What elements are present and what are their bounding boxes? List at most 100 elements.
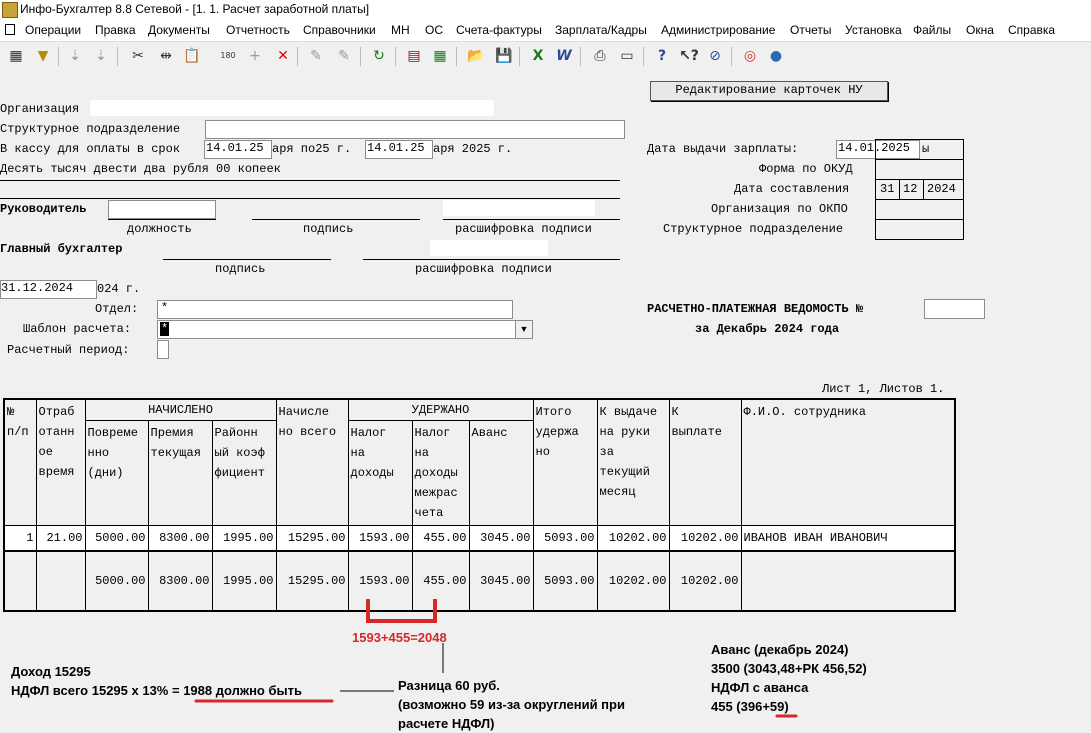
- menu-setup[interactable]: Установка: [845, 23, 902, 37]
- header-withheld-total: Итого удержа но: [532, 398, 598, 526]
- date-tail: 024 г.: [97, 282, 141, 296]
- compile-month: 12: [903, 182, 918, 196]
- box-divider: [899, 179, 900, 199]
- menu-help[interactable]: Справка: [1008, 23, 1055, 37]
- count-icon[interactable]: 180: [218, 46, 238, 66]
- position-caption: должность: [127, 222, 192, 236]
- cell-advance[interactable]: 3045.00: [468, 525, 534, 552]
- menu-documents[interactable]: Документы: [148, 23, 210, 37]
- chief-decode-field[interactable]: [430, 240, 548, 256]
- statement-title: РАСЧЕТНО-ПЛАТЕЖНАЯ ВЕДОМОСТЬ №: [647, 302, 864, 316]
- sort-desc-icon[interactable]: ⇣: [91, 46, 111, 66]
- globe-icon[interactable]: ●: [766, 46, 786, 66]
- menu-windows[interactable]: Окна: [966, 23, 994, 37]
- word-icon[interactable]: W: [554, 46, 574, 66]
- table-row[interactable]: 1 21.00 5000.00 8300.00 1995.00 15295.00…: [3, 525, 956, 552]
- cash-mid-text: аря по25 г.: [272, 142, 352, 156]
- toolbar-separator: [117, 47, 118, 66]
- header-worked: Отраб отанн ое время: [35, 398, 86, 526]
- save-icon[interactable]: 💾: [494, 46, 514, 66]
- cell-time[interactable]: 5000.00: [84, 525, 149, 552]
- preview-icon[interactable]: ▭: [617, 46, 637, 66]
- calculator-icon[interactable]: ▦: [430, 46, 450, 66]
- menu-files[interactable]: Файлы: [913, 23, 951, 37]
- org-label: Организация: [0, 102, 80, 116]
- dept-label: Отдел:: [95, 302, 139, 316]
- toolbar: ▦ ▼ ⇣ ⇣ ✂ ⇹ 📋 180 + ✕ ✎ ✎ ↻ ▤ ▦ 📂 💾 X W …: [0, 41, 1091, 73]
- box-line: [875, 219, 964, 220]
- struct-field[interactable]: [205, 120, 625, 139]
- org-field[interactable]: [90, 100, 494, 116]
- cash-date1-field[interactable]: 14.01.25: [204, 140, 272, 159]
- menu-reports[interactable]: Отчеты: [790, 23, 831, 37]
- head-label: Руководитель: [0, 202, 87, 216]
- menu-operations[interactable]: Операции: [25, 23, 81, 37]
- plus-icon[interactable]: +: [245, 46, 265, 66]
- cash-date2-field[interactable]: 14.01.25: [365, 140, 433, 159]
- help-icon[interactable]: ?: [652, 46, 672, 66]
- menu-payroll[interactable]: Зарплата/Кадры: [555, 23, 647, 37]
- cell-tax-inter[interactable]: 455.00: [411, 525, 470, 552]
- diff-note-3: расчете НДФЛ): [398, 716, 495, 731]
- advance-note-4: 455 (396+59): [711, 699, 789, 714]
- lifebuoy-icon[interactable]: ◎: [740, 46, 760, 66]
- menu-directories[interactable]: Справочники: [303, 23, 376, 37]
- period-field[interactable]: [157, 340, 169, 359]
- menu-invoices[interactable]: Счета-фактуры: [456, 23, 542, 37]
- cell-name[interactable]: ИВАНОВ ИВАН ИВАНОВИЧ: [740, 525, 956, 552]
- cut-icon[interactable]: ✂: [128, 46, 148, 66]
- statement-number-field[interactable]: [924, 299, 985, 319]
- menu-os[interactable]: ОС: [425, 23, 443, 37]
- header-bonus: Премия текущая: [147, 420, 213, 526]
- menu-reporting[interactable]: Отчетность: [226, 23, 290, 37]
- context-help-icon[interactable]: ↖?: [679, 46, 699, 66]
- statement-date-field[interactable]: 31.12.2024: [0, 280, 97, 299]
- grid-icon[interactable]: ▦: [6, 46, 26, 66]
- menu-mn[interactable]: МН: [391, 23, 410, 37]
- compass-icon[interactable]: ⊘: [705, 46, 725, 66]
- cash-tail-text: аря 2025 г.: [433, 142, 513, 156]
- bracket-mark: [366, 599, 437, 623]
- print-icon[interactable]: ⎙: [590, 46, 610, 66]
- cell-withheld-total[interactable]: 5093.00: [532, 525, 598, 552]
- cell-total[interactable]: 15295.00: [275, 525, 349, 552]
- head-position-field[interactable]: [108, 200, 216, 219]
- paste-icon[interactable]: 📋: [182, 46, 202, 66]
- open-folder-icon[interactable]: 📂: [466, 46, 486, 66]
- delete-icon[interactable]: ✕: [273, 46, 293, 66]
- compile-year: 2024: [927, 182, 956, 196]
- cell-topay[interactable]: 10202.00: [668, 525, 742, 552]
- menu-admin[interactable]: Администрирование: [661, 23, 775, 37]
- cell-payout[interactable]: 10202.00: [596, 525, 670, 552]
- move-icon[interactable]: ⇹: [156, 46, 176, 66]
- filter-icon[interactable]: ▼: [33, 46, 53, 66]
- okpo-label: Организация по ОКПО: [711, 202, 848, 216]
- head-decode-field[interactable]: [443, 200, 595, 216]
- header-time: Повреме нно (дни): [84, 420, 149, 526]
- compile-day: 31: [880, 182, 895, 196]
- document-icon[interactable]: ▤: [404, 46, 424, 66]
- cell-tax[interactable]: 1593.00: [347, 525, 413, 552]
- dept-field[interactable]: *: [157, 300, 513, 319]
- excel-icon[interactable]: X: [528, 46, 548, 66]
- sort-asc-icon[interactable]: ⇣: [65, 46, 85, 66]
- tool2-icon[interactable]: ✎: [334, 46, 354, 66]
- menu-edit[interactable]: Правка: [95, 23, 136, 37]
- statement-period: за Декабрь 2024 года: [695, 322, 840, 336]
- refresh-icon[interactable]: ↻: [369, 46, 389, 66]
- chevron-down-icon[interactable]: ▼: [515, 321, 532, 338]
- diff-note-2: (возможно 59 из-за округлений при: [398, 697, 625, 712]
- toolbar-separator: [643, 47, 644, 66]
- cell-regional[interactable]: 1995.00: [211, 525, 277, 552]
- cell-bonus[interactable]: 8300.00: [147, 525, 213, 552]
- template-select[interactable]: * ▼: [157, 320, 533, 339]
- document-icon[interactable]: [5, 24, 15, 35]
- cell-no[interactable]: 1: [3, 525, 37, 552]
- diff-note-1: Разница 60 руб.: [398, 678, 500, 693]
- edit-cards-button[interactable]: Редактирование карточек НУ: [650, 81, 888, 101]
- tool1-icon[interactable]: ✎: [306, 46, 326, 66]
- box-line: [875, 199, 964, 200]
- decode-caption-2: расшифровка подписи: [415, 262, 552, 276]
- header-name: Ф.И.О. сотрудника: [740, 398, 956, 526]
- cell-worked[interactable]: 21.00: [35, 525, 86, 552]
